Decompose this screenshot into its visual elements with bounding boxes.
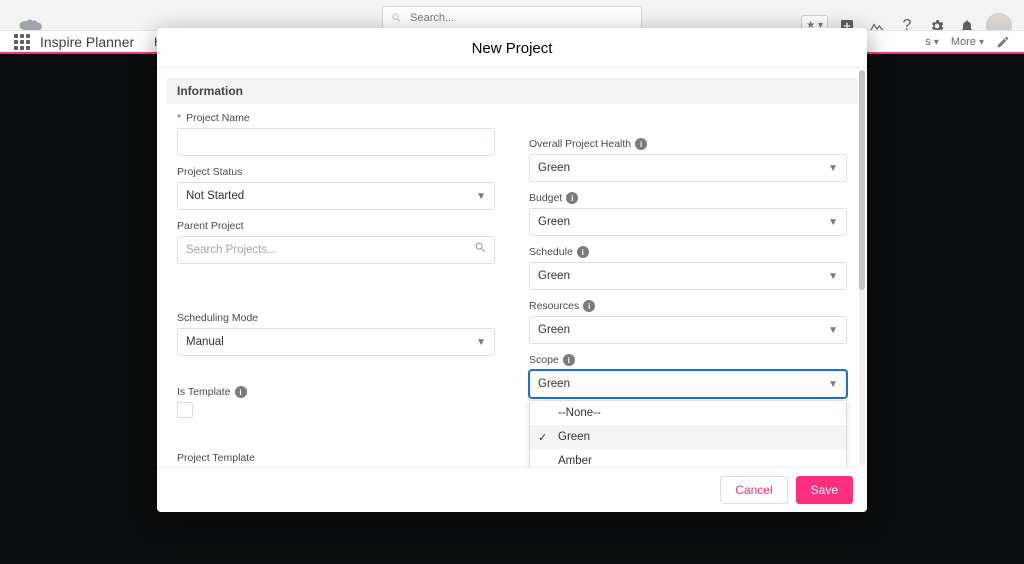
project-name-input[interactable] xyxy=(177,128,495,156)
project-template-label: Project Template xyxy=(177,452,255,464)
field-project-status: Project Status Not Started▼ xyxy=(177,166,495,210)
nav-more[interactable]: More ▾ xyxy=(951,36,984,48)
global-search[interactable] xyxy=(382,6,642,30)
save-button[interactable]: Save xyxy=(796,476,853,504)
chevron-down-icon: ▼ xyxy=(828,217,838,228)
chevron-down-icon: ▼ xyxy=(828,325,838,336)
section-information: Information xyxy=(167,78,857,104)
chevron-down-icon: ▼ xyxy=(828,163,838,174)
check-icon: ✓ xyxy=(538,431,547,444)
search-icon xyxy=(391,12,402,24)
budget-select[interactable]: Green▼ xyxy=(529,208,847,236)
field-overall-health: Overall Project Health i Green▼ xyxy=(529,138,847,182)
scheduling-mode-label: Scheduling Mode xyxy=(177,312,258,324)
field-scheduling-mode: Scheduling Mode Manual▼ xyxy=(177,312,495,356)
nav-tab-truncated[interactable]: s ▾ xyxy=(925,36,939,48)
cancel-button[interactable]: Cancel xyxy=(720,476,787,504)
project-status-label: Project Status xyxy=(177,166,242,178)
is-template-checkbox[interactable] xyxy=(177,402,193,418)
chevron-down-icon: ▼ xyxy=(828,271,838,282)
project-status-select[interactable]: Not Started▼ xyxy=(177,182,495,210)
field-scope: Scope i Green▼ --None-- ✓Green Amber Red xyxy=(529,354,847,398)
field-budget: Budget i Green▼ xyxy=(529,192,847,236)
left-column: *Project Name Project Status Not Started… xyxy=(177,112,495,467)
scope-option-none[interactable]: --None-- xyxy=(530,401,846,425)
chevron-down-icon: ▼ xyxy=(476,191,486,202)
resources-select[interactable]: Green▼ xyxy=(529,316,847,344)
field-project-template: Project Template xyxy=(177,452,495,467)
edit-nav-pencil-icon[interactable] xyxy=(996,35,1010,49)
field-resources: Resources i Green▼ xyxy=(529,300,847,344)
info-icon[interactable]: i xyxy=(583,300,595,312)
scope-option-amber[interactable]: Amber xyxy=(530,449,846,467)
parent-project-lookup[interactable] xyxy=(177,236,495,264)
parent-project-label: Parent Project xyxy=(177,220,244,232)
global-search-input[interactable] xyxy=(408,11,633,25)
field-is-template: Is Template i xyxy=(177,386,495,418)
info-icon[interactable]: i xyxy=(635,138,647,150)
overall-health-select[interactable]: Green▼ xyxy=(529,154,847,182)
is-template-label: Is Template xyxy=(177,386,231,398)
resources-label: Resources xyxy=(529,300,579,312)
scheduling-mode-select[interactable]: Manual▼ xyxy=(177,328,495,356)
new-project-modal: New Project Information *Project Name Pr… xyxy=(157,28,867,512)
scope-dropdown: --None-- ✓Green Amber Red xyxy=(529,400,847,467)
scope-label: Scope xyxy=(529,354,559,366)
modal-title: New Project xyxy=(157,28,867,68)
info-icon[interactable]: i xyxy=(235,386,247,398)
schedule-select[interactable]: Green▼ xyxy=(529,262,847,290)
right-column: Overall Project Health i Green▼ Budget i… xyxy=(529,112,847,467)
app-name: Inspire Planner xyxy=(40,34,134,50)
field-project-name: *Project Name xyxy=(177,112,495,156)
info-icon[interactable]: i xyxy=(566,192,578,204)
modal-footer: Cancel Save xyxy=(157,467,867,512)
scrollbar-thumb[interactable] xyxy=(859,70,865,290)
budget-label: Budget xyxy=(529,192,562,204)
scope-option-green[interactable]: ✓Green xyxy=(530,425,846,449)
modal-body: Information *Project Name Project Status… xyxy=(157,68,867,467)
info-icon[interactable]: i xyxy=(563,354,575,366)
schedule-label: Schedule xyxy=(529,246,573,258)
field-schedule: Schedule i Green▼ xyxy=(529,246,847,290)
scope-select[interactable]: Green▼ xyxy=(529,370,847,398)
field-parent-project: Parent Project xyxy=(177,220,495,264)
overall-health-label: Overall Project Health xyxy=(529,138,631,150)
project-name-label: Project Name xyxy=(186,112,250,124)
info-icon[interactable]: i xyxy=(577,246,589,258)
chevron-down-icon: ▼ xyxy=(828,379,838,390)
chevron-down-icon: ▼ xyxy=(476,337,486,348)
app-launcher-icon[interactable] xyxy=(14,34,30,50)
search-icon xyxy=(474,241,487,259)
